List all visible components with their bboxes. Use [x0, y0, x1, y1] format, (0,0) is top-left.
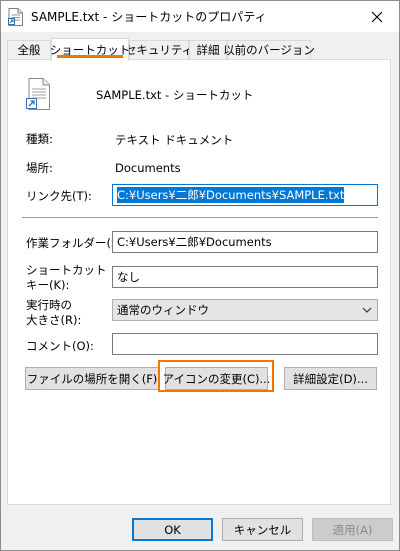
target-input[interactable]: C:¥Users¥二郎¥Documents¥SAMPLE.txt — [112, 184, 378, 206]
apply-button[interactable]: 適用(A) — [312, 518, 393, 541]
shortcut-key-label-line2: キー(K): — [26, 278, 70, 292]
run-label-line1: 実行時の — [26, 298, 72, 312]
advanced-button[interactable]: 詳細設定(D)... — [284, 367, 377, 390]
location-value: Documents — [115, 161, 181, 175]
divider — [22, 217, 378, 218]
location-label: 場所: — [26, 161, 53, 175]
target-value: C:¥Users¥二郎¥Documents¥SAMPLE.txt — [117, 187, 345, 203]
type-value: テキスト ドキュメント — [115, 133, 234, 147]
change-icon-button[interactable]: アイコンの変更(C)... — [163, 367, 270, 390]
tab-security[interactable]: セキュリティ — [125, 40, 193, 59]
properties-dialog: SAMPLE.txt - ショートカットのプロパティ 全般 ショートカット セキ… — [0, 0, 400, 551]
chevron-down-icon — [362, 307, 372, 313]
tab-details[interactable]: 詳細 — [189, 40, 227, 59]
comment-input[interactable] — [112, 333, 378, 355]
shortcut-name: SAMPLE.txt - ショートカット — [96, 88, 254, 102]
window-title: SAMPLE.txt - ショートカットのプロパティ — [31, 10, 267, 24]
run-label-line2: 大きさ(R): — [26, 313, 82, 327]
text-file-shortcut-icon — [8, 8, 23, 26]
shortcut-tab-panel: SAMPLE.txt - ショートカット 種類: テキスト ドキュメント 場所:… — [7, 59, 391, 505]
tab-previous-versions[interactable]: 以前のバージョン — [223, 40, 315, 59]
ok-button[interactable]: OK — [132, 518, 213, 541]
tab-general[interactable]: 全般 — [7, 40, 51, 59]
start-in-input[interactable]: C:¥Users¥二郎¥Documents — [112, 231, 378, 253]
target-label: リンク先(T): — [26, 189, 92, 203]
text-document-shortcut-icon — [26, 78, 50, 110]
close-button[interactable] — [355, 1, 399, 32]
run-dropdown[interactable]: 通常のウィンドウ — [112, 299, 378, 321]
active-tab-highlight — [57, 55, 123, 58]
cancel-button[interactable]: キャンセル — [222, 518, 303, 541]
close-icon — [371, 11, 383, 22]
title-bar[interactable]: SAMPLE.txt - ショートカットのプロパティ — [1, 1, 399, 32]
run-dropdown-value: 通常のウィンドウ — [117, 303, 209, 317]
open-file-location-button[interactable]: ファイルの場所を開く(F) — [25, 367, 159, 390]
type-label: 種類: — [26, 132, 53, 146]
shortcut-key-label-line1: ショートカット — [26, 263, 107, 277]
comment-label: コメント(O): — [26, 339, 94, 353]
shortcut-key-input[interactable]: なし — [112, 266, 378, 288]
